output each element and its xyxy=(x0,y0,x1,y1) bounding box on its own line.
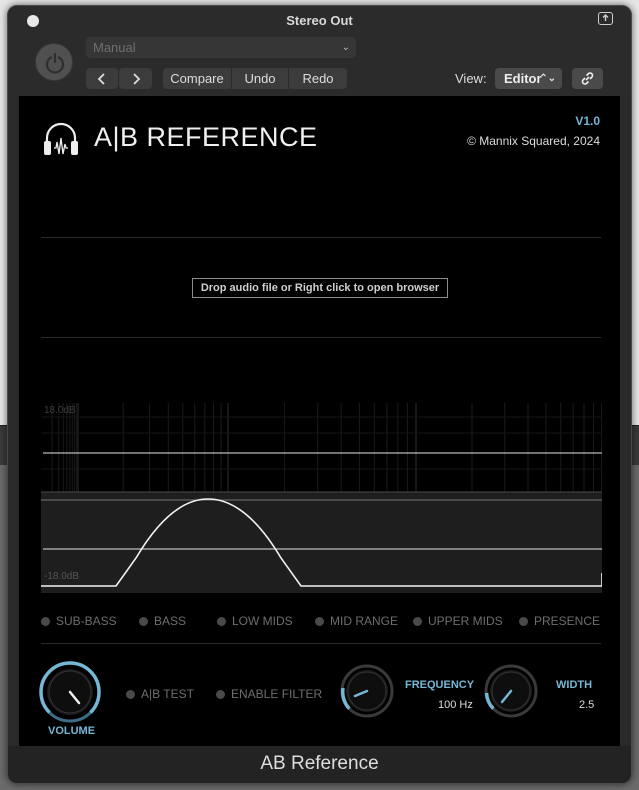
copyright-label: © Mannix Squared, 2024 xyxy=(467,134,600,148)
band-label: BASS xyxy=(154,614,187,628)
enable-filter-label: ENABLE FILTER xyxy=(231,687,323,701)
ab-test-label: A|B TEST xyxy=(141,687,194,701)
plugin-window: Stereo Out Manual ⌄ Compare Undo Redo Vi… xyxy=(7,5,632,784)
band-bass[interactable]: BASS xyxy=(139,614,186,628)
view-dropdown[interactable]: Editor ⌃⌄ xyxy=(495,68,562,89)
band-low-mids[interactable]: LOW MIDS xyxy=(217,614,293,628)
frequency-value: 100 Hz xyxy=(438,699,473,711)
link-button[interactable] xyxy=(572,68,603,89)
band-indicator xyxy=(139,616,148,626)
band-mid-range[interactable]: MID RANGE xyxy=(315,614,398,628)
band-indicator xyxy=(519,616,528,626)
divider xyxy=(41,643,601,644)
share-icon[interactable] xyxy=(598,12,613,25)
chevron-updown-icon: ⌃⌄ xyxy=(539,73,556,84)
frequency-label: FREQUENCY xyxy=(405,679,475,691)
divider xyxy=(41,337,601,338)
chevron-right-icon xyxy=(132,73,140,85)
filter-region xyxy=(41,492,602,593)
toggle-indicator xyxy=(216,689,225,699)
band-label: MID RANGE xyxy=(330,614,399,628)
band-upper-mids[interactable]: UPPER MIDS xyxy=(413,614,503,628)
title-bar: Stereo Out Manual ⌄ Compare Undo Redo Vi… xyxy=(8,6,631,96)
band-label: LOW MIDS xyxy=(232,614,293,628)
previous-preset-button[interactable] xyxy=(86,68,118,89)
link-icon xyxy=(581,72,594,85)
band-label: SUB-BASS xyxy=(56,614,117,628)
plugin-editor: A|B REFERENCE V1.0 © Mannix Squared, 202… xyxy=(19,96,620,746)
band-indicator xyxy=(217,616,226,626)
eq-display[interactable]: 18.0dB -18.0dB xyxy=(41,403,602,593)
band-indicator xyxy=(315,616,324,626)
divider xyxy=(41,237,601,238)
redo-button[interactable]: Redo xyxy=(289,68,347,89)
version-label: V1.0 xyxy=(575,114,600,128)
top-db-label: 18.0dB xyxy=(44,405,76,416)
frequency-knob[interactable] xyxy=(339,663,395,719)
enable-filter-toggle[interactable]: ENABLE FILTER xyxy=(216,687,322,701)
preset-value: Manual xyxy=(93,40,136,55)
width-label: WIDTH xyxy=(556,679,593,691)
chevron-down-icon: ⌄ xyxy=(341,42,350,53)
view-value: Editor xyxy=(504,71,542,86)
ab-test-toggle[interactable]: A|B TEST xyxy=(126,687,194,701)
bottom-db-label: -18.0dB xyxy=(44,571,79,582)
band-indicator xyxy=(413,616,422,626)
volume-knob[interactable] xyxy=(39,661,101,723)
compare-button[interactable]: Compare xyxy=(163,68,231,89)
preset-dropdown[interactable]: Manual ⌄ xyxy=(86,37,356,58)
band-presence[interactable]: PRESENCE xyxy=(519,614,600,628)
band-label: UPPER MIDS xyxy=(428,614,503,628)
width-value: 2.5 xyxy=(579,699,595,711)
view-label: View: xyxy=(455,71,487,86)
drop-zone[interactable]: Drop audio file or Right click to open b… xyxy=(192,278,448,298)
power-icon xyxy=(45,52,65,74)
next-preset-button[interactable] xyxy=(119,68,152,89)
chevron-left-icon xyxy=(97,73,105,85)
plugin-title: A|B REFERENCE xyxy=(94,122,318,152)
plugin-footer: AB Reference xyxy=(8,746,631,783)
window-title: Stereo Out xyxy=(286,13,353,28)
undo-button[interactable]: Undo xyxy=(232,68,288,89)
power-button[interactable] xyxy=(35,43,73,81)
headphones-logo-icon xyxy=(44,122,78,155)
band-label: PRESENCE xyxy=(534,614,601,628)
band-sub-bass[interactable]: SUB-BASS xyxy=(41,614,117,628)
band-indicator xyxy=(41,616,50,626)
volume-label: VOLUME xyxy=(48,725,96,737)
width-knob[interactable] xyxy=(483,663,539,719)
band-selector: SUB-BASS BASS LOW MIDS MID RANGE UPPER M… xyxy=(41,614,602,634)
toggle-indicator xyxy=(126,689,135,699)
